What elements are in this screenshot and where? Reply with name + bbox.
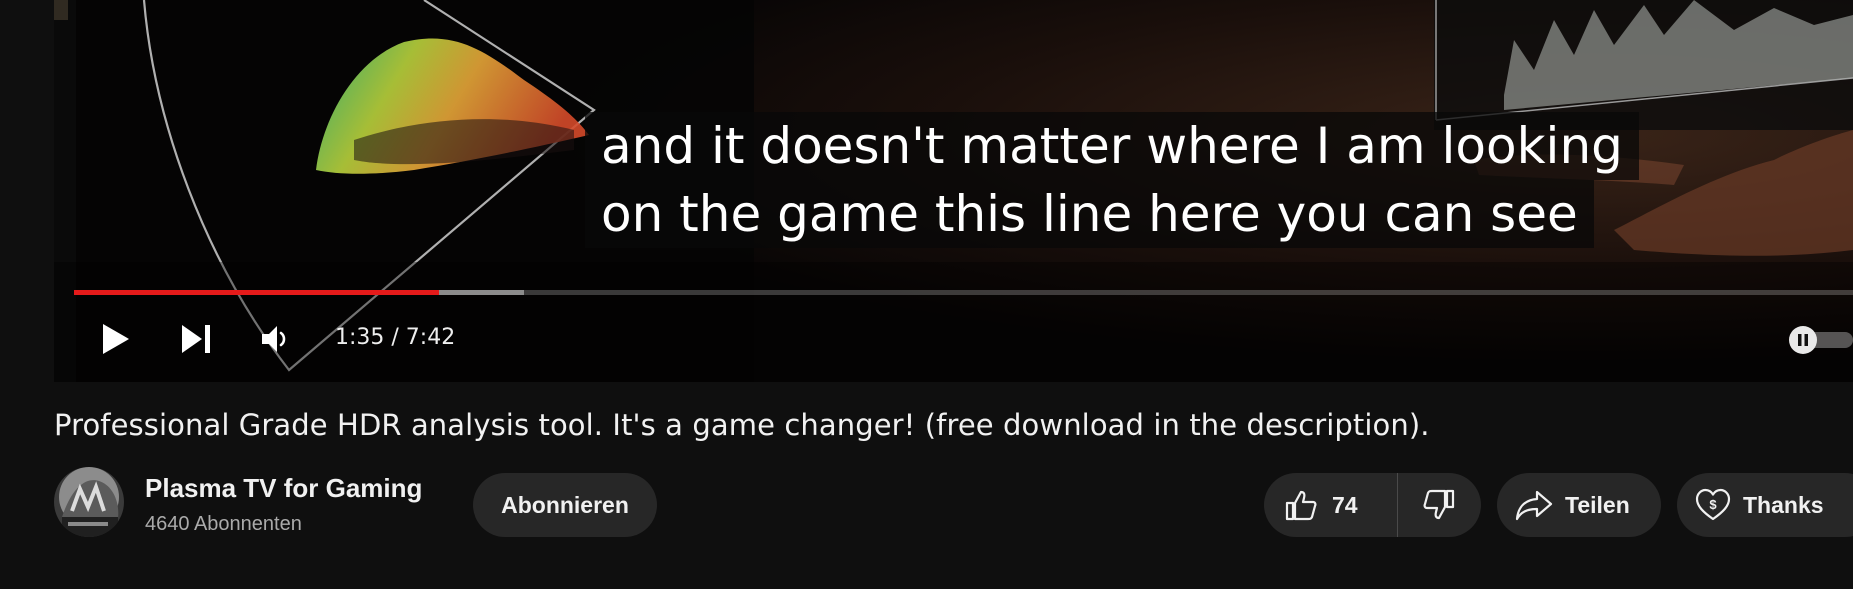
like-count: 74 [1332, 491, 1358, 518]
next-icon [182, 325, 210, 353]
caption-line: on the game this line here you can see [585, 180, 1594, 248]
share-label: Teilen [1565, 491, 1630, 518]
dislike-button[interactable] [1398, 473, 1480, 537]
time-display: 1:35 / 7:42 [335, 325, 456, 350]
video-title: Professional Grade HDR analysis tool. It… [54, 408, 1430, 442]
autoplay-toggle[interactable] [1789, 324, 1853, 354]
channel-avatar[interactable] [54, 467, 124, 537]
subscribe-button[interactable]: Abonnieren [473, 473, 657, 537]
mute-button[interactable] [247, 309, 303, 369]
share-button[interactable]: Teilen [1497, 473, 1661, 537]
play-icon [103, 324, 129, 354]
autoplay-knob [1789, 326, 1817, 354]
svg-text:$: $ [1709, 497, 1717, 512]
subscriber-count: 4640 Abonnenten [145, 513, 302, 535]
volume-icon [262, 326, 286, 352]
like-button[interactable]: 74 [1264, 473, 1398, 537]
like-dislike-group: 74 [1264, 473, 1481, 537]
caption-window[interactable]: and it doesn't matter where I am looking… [585, 112, 1639, 248]
channel-name[interactable]: Plasma TV for Gaming [145, 473, 422, 504]
caption-line: and it doesn't matter where I am looking [585, 112, 1639, 180]
progress-bar[interactable] [74, 290, 1853, 295]
watch-page: and it doesn't matter where I am looking… [0, 0, 1853, 589]
player-controls: 1:35 / 7:42 [54, 309, 1853, 369]
play-button[interactable] [88, 309, 144, 369]
avatar [54, 467, 124, 537]
pause-icon [1798, 334, 1808, 346]
next-button[interactable] [168, 309, 224, 369]
share-icon [1515, 490, 1553, 521]
thumbs-down-icon [1423, 489, 1455, 520]
thanks-button[interactable]: $ Thanks [1677, 473, 1853, 537]
thumbs-up-icon [1285, 490, 1317, 521]
thanks-icon: $ [1695, 488, 1731, 521]
video-player[interactable]: and it doesn't matter where I am looking… [54, 0, 1853, 382]
thanks-label: Thanks [1743, 491, 1824, 518]
progress-played [74, 290, 439, 295]
